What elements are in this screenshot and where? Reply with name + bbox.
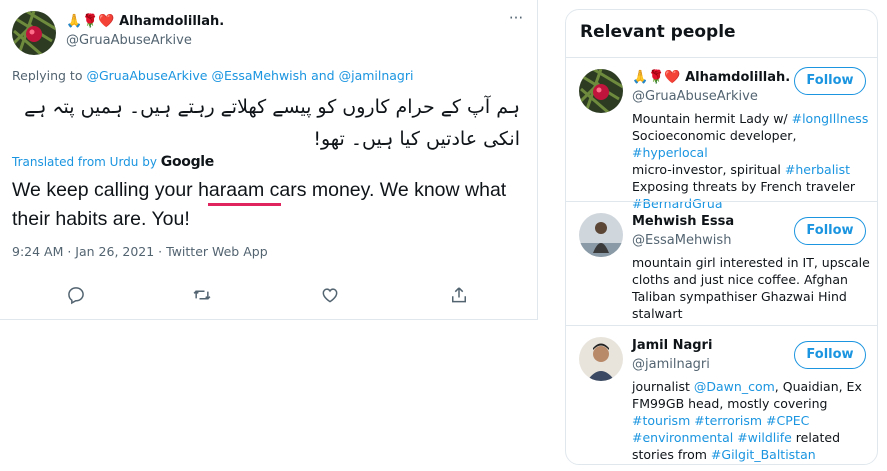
person-card[interactable]: Jamil Nagri @jamilnagri Follow journalis… [566, 325, 877, 465]
bio-text: Taliban sympathiser Ghazwai Hind [632, 289, 847, 304]
bio-link[interactable]: #herbalist [785, 162, 850, 177]
person-handle[interactable]: @jamilnagri [632, 357, 710, 372]
person-bio: Mountain hermit Lady w/ #longIllness Soci… [632, 110, 872, 212]
person-bio: mountain girl interested in IT, upscale c… [632, 254, 872, 322]
author-display-name: Alhamdolillah. [119, 14, 225, 29]
replying-mention[interactable]: @jamilnagri [339, 68, 414, 83]
bio-text: cloths and just nice coffee. Afghan [632, 272, 848, 287]
replying-mention[interactable]: @GruaAbuseArkive [86, 68, 207, 83]
bio-line: journalist @Dawn_com, Quaidian, Ex [632, 378, 872, 395]
relevant-people-panel: Relevant people 🙏🌹❤️ Alhamdolillah. @Gru… [565, 9, 878, 465]
bio-link[interactable]: #tourism [632, 413, 690, 428]
replying-mention[interactable]: @EssaMehwish [211, 68, 307, 83]
author-name[interactable]: 🙏🌹❤️ Alhamdolillah. [66, 14, 224, 29]
bio-text: Exposing threats by French traveler [632, 179, 856, 194]
bio-link[interactable]: #CPEC [766, 413, 809, 428]
bio-line: #tourism #terrorism #CPEC [632, 412, 872, 429]
translated-label: Translated from Urdu by [12, 155, 157, 169]
bio-link[interactable]: #Gilgit_Baltistan [711, 447, 816, 462]
like-icon[interactable] [320, 285, 342, 307]
tweet-text-urdu: ہم آپ کے حرام کاروں کو پیسے کھلاتے رہتے … [24, 96, 520, 150]
bio-link[interactable]: @Dawn_com [694, 379, 775, 394]
bio-line: FM99GB head, mostly covering [632, 395, 872, 412]
share-icon[interactable] [449, 285, 471, 307]
replying-prefix: Replying to [12, 68, 83, 83]
bio-line: stories from #Gilgit_Baltistan [632, 446, 872, 463]
follow-button[interactable]: Follow [794, 217, 866, 245]
author-avatar[interactable] [12, 11, 56, 55]
person-name[interactable]: Mehwish Essa [632, 214, 734, 229]
person-name[interactable]: Jamil Nagri [632, 338, 712, 353]
bio-text: micro-investor, spiritual [632, 162, 785, 177]
bio-text: mountain girl interested in IT, upscale [632, 255, 870, 270]
person-bio: journalist @Dawn_com, Quaidian, Ex FM99GB… [632, 378, 872, 463]
bio-text: Mountain hermit Lady w/ [632, 111, 792, 126]
person-avatar[interactable] [579, 69, 623, 113]
replying-to-line: Replying to @GruaAbuseArkive @EssaMehwis… [12, 68, 413, 83]
bio-text: , Quaidian, Ex [774, 379, 862, 394]
person-display-name: Jamil Nagri [632, 338, 713, 353]
bio-line: Exposing threats by French traveler [632, 178, 872, 195]
bio-link[interactable]: #longIllness [792, 111, 869, 126]
tweet-timestamp[interactable]: 9:24 AM · Jan 26, 2021 · Twitter Web App [12, 244, 268, 259]
person-display-name: Mehwish Essa [632, 214, 735, 229]
tweet-detail: 🙏🌹❤️ Alhamdolillah. @GruaAbuseArkive ···… [0, 0, 538, 320]
bio-line: Taliban sympathiser Ghazwai Hind [632, 288, 872, 305]
google-logo: Google [160, 154, 215, 170]
more-options-icon[interactable]: ··· [506, 10, 526, 30]
bio-link[interactable]: #hyperlocal [632, 145, 708, 160]
bio-line: #environmental #wildlife related [632, 429, 872, 446]
follow-button[interactable]: Follow [794, 341, 866, 369]
person-handle[interactable]: @GruaAbuseArkive [632, 89, 758, 104]
translation-attribution: Translated from Urdu by Google [12, 154, 214, 170]
bio-text: stalwart [632, 306, 683, 321]
bio-line: micro-investor, spiritual #herbalist [632, 161, 872, 178]
bio-line: Mountain hermit Lady w/ #longIllness [632, 110, 872, 127]
bio-line: cloths and just nice coffee. Afghan [632, 271, 872, 288]
author-emoji: 🙏🌹❤️ [66, 14, 115, 29]
follow-button[interactable]: Follow [794, 67, 866, 95]
retweet-icon[interactable] [192, 285, 214, 307]
bio-link[interactable]: #wildlife [737, 430, 792, 445]
bio-link[interactable]: #environmental [632, 430, 733, 445]
bio-line: stalwart [632, 305, 872, 322]
person-name[interactable]: 🙏🌹❤️ Alhamdolillah. [632, 70, 790, 85]
bio-line: mountain girl interested in IT, upscale [632, 254, 872, 271]
person-card[interactable]: 🙏🌹❤️ Alhamdolillah. @GruaAbuseArkive Fol… [566, 57, 877, 211]
person-emoji: 🙏🌹❤️ [632, 70, 681, 85]
bio-text: related [791, 430, 841, 445]
bio-line: Socioeconomic developer, #hyperlocal [632, 127, 872, 161]
person-avatar[interactable] [579, 213, 623, 257]
reply-icon[interactable] [66, 285, 88, 307]
replying-and: and [311, 68, 335, 83]
person-avatar[interactable] [579, 337, 623, 381]
bio-link[interactable]: #terrorism [694, 413, 762, 428]
person-handle[interactable]: @EssaMehwish [632, 233, 731, 248]
relevant-people-title: Relevant people [580, 22, 736, 42]
author-handle[interactable]: @GruaAbuseArkive [66, 33, 192, 48]
highlight-underline [208, 203, 281, 206]
bio-text: Socioeconomic developer, [632, 128, 797, 143]
person-card[interactable]: Mehwish Essa @EssaMehwish Follow mountai… [566, 201, 877, 325]
bio-text: FM99GB head, mostly covering [632, 396, 828, 411]
bio-text: stories from [632, 447, 711, 462]
person-display-name: Alhamdolillah. [685, 70, 791, 85]
bio-text: journalist [632, 379, 694, 394]
